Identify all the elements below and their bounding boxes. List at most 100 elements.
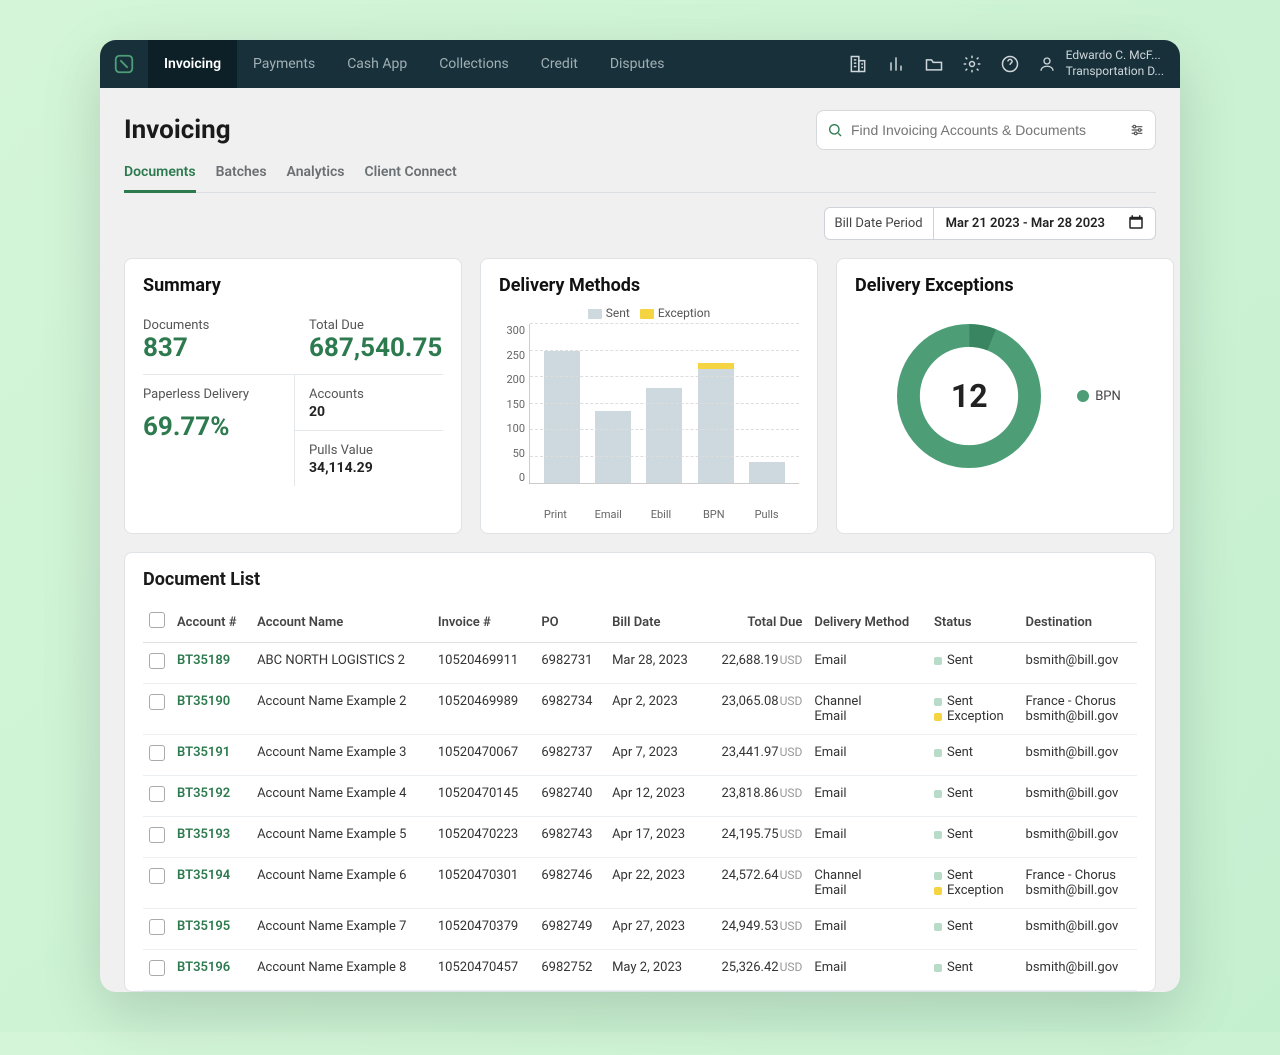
account-link[interactable]: BT35190 xyxy=(177,694,230,709)
status: Sent xyxy=(928,735,1020,776)
bill-date: Apr 12, 2023 xyxy=(606,776,704,817)
delivery-exceptions-title: Delivery Exceptions xyxy=(855,275,1155,296)
col-account-[interactable]: Account # xyxy=(171,604,251,643)
tab-client-connect[interactable]: Client Connect xyxy=(365,164,457,192)
topnav-disputes[interactable]: Disputes xyxy=(594,40,681,88)
bill-date: May 2, 2023 xyxy=(606,950,704,991)
chart-icon[interactable] xyxy=(886,54,906,74)
invoice-number: 10520470067 xyxy=(432,735,535,776)
topnav-collections[interactable]: Collections xyxy=(423,40,525,88)
bill-date-period[interactable]: Bill Date Period Mar 21 2023 - Mar 28 20… xyxy=(824,207,1156,240)
folder-icon[interactable] xyxy=(924,54,944,74)
destination: bsmith@bill.gov xyxy=(1020,776,1137,817)
summary-paperless-value: 69.77% xyxy=(143,412,282,443)
bill-date-value: Mar 21 2023 - Mar 28 2023 xyxy=(934,208,1117,239)
row-checkbox[interactable] xyxy=(149,786,165,802)
filter-sliders-icon[interactable] xyxy=(1129,122,1145,138)
sub-tabs: Documents Batches Analytics Client Connect xyxy=(124,164,1156,193)
delivery-method: ChannelEmail xyxy=(808,858,928,909)
search-input[interactable] xyxy=(851,122,1121,138)
help-icon[interactable] xyxy=(1000,54,1020,74)
bill-date: Apr 17, 2023 xyxy=(606,817,704,858)
search-box[interactable] xyxy=(816,110,1156,150)
bill-date: Apr 27, 2023 xyxy=(606,909,704,950)
top-nav: InvoicingPaymentsCash AppCollectionsCred… xyxy=(148,40,680,88)
total-due: 24,195.75USD xyxy=(704,817,808,858)
tab-documents[interactable]: Documents xyxy=(124,164,196,193)
table-row: BT35194Account Name Example 610520470301… xyxy=(143,858,1137,909)
topbar: InvoicingPaymentsCash AppCollectionsCred… xyxy=(100,40,1180,88)
account-link[interactable]: BT35194 xyxy=(177,868,230,883)
col-account-name[interactable]: Account Name xyxy=(251,604,432,643)
bill-date: Mar 28, 2023 xyxy=(606,643,704,684)
legend-sent: Sent xyxy=(606,306,630,320)
po-number: 6982740 xyxy=(535,776,606,817)
topnav-credit[interactable]: Credit xyxy=(525,40,594,88)
total-due: 22,688.19USD xyxy=(704,643,808,684)
building-icon[interactable] xyxy=(848,54,868,74)
document-list-title: Document List xyxy=(143,569,1137,590)
delivery-method: Email xyxy=(808,735,928,776)
invoice-number: 10520470457 xyxy=(432,950,535,991)
row-checkbox[interactable] xyxy=(149,919,165,935)
topnav-cash-app[interactable]: Cash App xyxy=(331,40,423,88)
select-all-checkbox[interactable] xyxy=(149,612,165,628)
exceptions-value: 12 xyxy=(889,316,1049,476)
user-menu[interactable]: Edwardo C. McF... Transportation D... xyxy=(1038,48,1164,79)
app-logo[interactable] xyxy=(100,40,148,88)
po-number: 6982734 xyxy=(535,684,606,735)
col-bill-date[interactable]: Bill Date xyxy=(606,604,704,643)
account-link[interactable]: BT35192 xyxy=(177,786,230,801)
col-status[interactable]: Status xyxy=(928,604,1020,643)
row-checkbox[interactable] xyxy=(149,653,165,669)
status: Sent xyxy=(928,643,1020,684)
row-checkbox[interactable] xyxy=(149,960,165,976)
delivery-method: Email xyxy=(808,643,928,684)
table-row: BT35190Account Name Example 210520469989… xyxy=(143,684,1137,735)
gear-icon[interactable] xyxy=(962,54,982,74)
invoice-number: 10520470301 xyxy=(432,858,535,909)
account-link[interactable]: BT35191 xyxy=(177,745,230,760)
col-delivery-method[interactable]: Delivery Method xyxy=(808,604,928,643)
col-po[interactable]: PO xyxy=(535,604,606,643)
account-name: Account Name Example 3 xyxy=(251,735,432,776)
account-link[interactable]: BT35195 xyxy=(177,919,230,934)
tab-batches[interactable]: Batches xyxy=(216,164,267,192)
account-name: Account Name Example 2 xyxy=(251,684,432,735)
row-checkbox[interactable] xyxy=(149,868,165,884)
row-checkbox[interactable] xyxy=(149,827,165,843)
account-link[interactable]: BT35189 xyxy=(177,653,230,668)
table-row: BT35196Account Name Example 810520470457… xyxy=(143,950,1137,991)
bar-email xyxy=(595,324,631,483)
col-destination[interactable]: Destination xyxy=(1020,604,1137,643)
summary-paperless-label: Paperless Delivery xyxy=(143,387,282,402)
legend-exception: Exception xyxy=(658,306,710,320)
topnav-invoicing[interactable]: Invoicing xyxy=(148,40,237,88)
col-invoice-[interactable]: Invoice # xyxy=(432,604,535,643)
summary-totaldue-label: Total Due xyxy=(309,318,443,333)
status: Sent xyxy=(928,950,1020,991)
delivery-methods-chart: 300250200150100500 xyxy=(499,324,799,504)
status: SentException xyxy=(928,684,1020,735)
row-checkbox[interactable] xyxy=(149,745,165,761)
account-link[interactable]: BT35193 xyxy=(177,827,230,842)
delivery-method: ChannelEmail xyxy=(808,684,928,735)
delivery-methods-title: Delivery Methods xyxy=(499,275,799,296)
tab-analytics[interactable]: Analytics xyxy=(287,164,345,192)
account-link[interactable]: BT35196 xyxy=(177,960,230,975)
account-name: Account Name Example 5 xyxy=(251,817,432,858)
document-table: Account #Account NameInvoice #POBill Dat… xyxy=(143,604,1137,991)
delivery-exceptions-card: Delivery Exceptions 12 BPN xyxy=(836,258,1174,534)
destination: bsmith@bill.gov xyxy=(1020,950,1137,991)
destination: France - Chorusbsmith@bill.gov xyxy=(1020,684,1137,735)
row-checkbox[interactable] xyxy=(149,694,165,710)
total-due: 23,818.86USD xyxy=(704,776,808,817)
bar-ebill xyxy=(646,324,682,483)
calendar-icon[interactable] xyxy=(1117,213,1155,235)
summary-documents-label: Documents xyxy=(143,318,295,333)
col-total-due[interactable]: Total Due xyxy=(704,604,808,643)
status: Sent xyxy=(928,909,1020,950)
topnav-payments[interactable]: Payments xyxy=(237,40,331,88)
total-due: 25,326.42USD xyxy=(704,950,808,991)
table-row: BT35192Account Name Example 410520470145… xyxy=(143,776,1137,817)
